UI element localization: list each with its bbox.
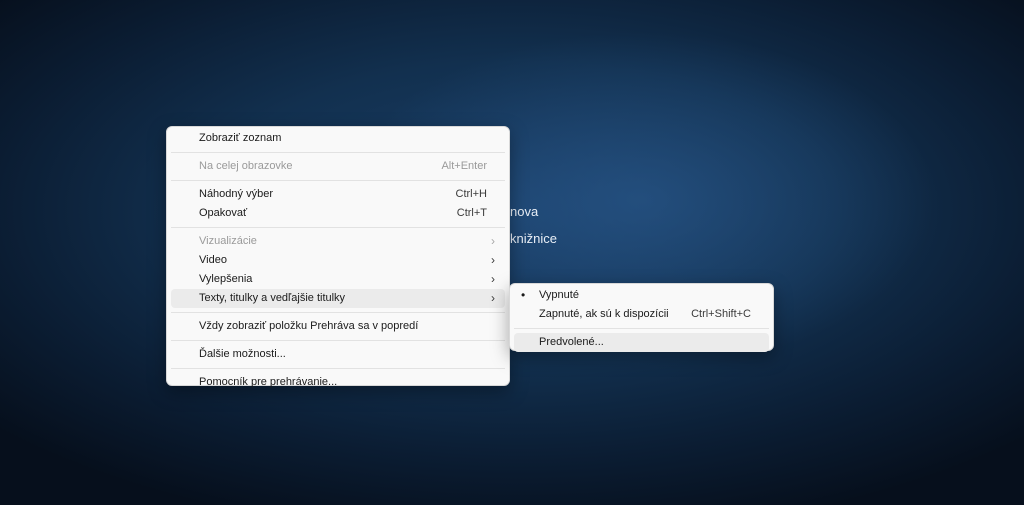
- menu-item-label: Predvolené...: [539, 336, 604, 348]
- menu-separator: [171, 152, 505, 153]
- background-text-nova: nova: [510, 204, 539, 219]
- menu-item-shortcut: Ctrl+T: [456, 207, 487, 219]
- menu-item-label: Vypnuté: [539, 289, 579, 301]
- menu-item-shortcut: Ctrl+Shift+C: [691, 308, 751, 320]
- menu-item-fullscreen: Na celej obrazovke Alt+Enter: [171, 157, 505, 176]
- menu-item-visualizations: Vizualizácie ›: [171, 232, 505, 251]
- menu-separator: [171, 340, 505, 341]
- menu-item-label: Zapnuté, ak sú k dispozícii: [539, 308, 669, 320]
- chevron-right-icon: ›: [491, 234, 495, 248]
- menu-separator: [171, 180, 505, 181]
- menu-item-shortcut: Alt+Enter: [441, 160, 487, 172]
- background-text-kniznice: knižnice: [510, 231, 557, 246]
- bullet-icon: •: [521, 288, 526, 302]
- menu-item-label: Video: [199, 254, 227, 266]
- submenu-item-defaults[interactable]: Predvolené...: [514, 333, 769, 352]
- menu-item-shuffle[interactable]: Náhodný výber Ctrl+H: [171, 185, 505, 204]
- menu-item-playback-help[interactable]: Pomocník pre prehrávanie...: [171, 373, 505, 392]
- menu-item-enhancements[interactable]: Vylepšenia ›: [171, 270, 505, 289]
- menu-item-label: Vizualizácie: [199, 235, 257, 247]
- menu-separator: [171, 368, 505, 369]
- menu-separator: [171, 227, 505, 228]
- menu-item-label: Opakovať: [199, 207, 248, 219]
- menu-item-label: Ďalšie možnosti...: [199, 348, 286, 360]
- menu-item-shortcut: Ctrl+H: [455, 188, 487, 200]
- menu-separator: [171, 312, 505, 313]
- menu-item-video[interactable]: Video ›: [171, 251, 505, 270]
- menu-item-repeat[interactable]: Opakovať Ctrl+T: [171, 204, 505, 223]
- chevron-right-icon: ›: [491, 272, 495, 286]
- menu-item-more-options[interactable]: Ďalšie možnosti...: [171, 345, 505, 364]
- menu-item-show-list[interactable]: Zobraziť zoznam: [171, 129, 505, 148]
- submenu-item-off[interactable]: • Vypnuté: [514, 286, 769, 305]
- chevron-right-icon: ›: [491, 253, 495, 267]
- chevron-right-icon: ›: [491, 291, 495, 305]
- menu-item-label: Náhodný výber: [199, 188, 273, 200]
- subtitles-submenu: • Vypnuté Zapnuté, ak sú k dispozícii Ct…: [509, 283, 774, 352]
- menu-item-label: Texty, titulky a vedľajšie titulky: [199, 292, 346, 304]
- submenu-item-on-if-available[interactable]: Zapnuté, ak sú k dispozícii Ctrl+Shift+C: [514, 305, 769, 324]
- menu-item-always-on-top[interactable]: Vždy zobraziť položku Prehráva sa v popr…: [171, 317, 505, 336]
- menu-item-label: Pomocník pre prehrávanie...: [199, 376, 338, 388]
- menu-item-label: Zobraziť zoznam: [199, 132, 282, 144]
- menu-item-label: Na celej obrazovke: [199, 160, 293, 172]
- menu-separator: [514, 328, 769, 329]
- menu-item-lyrics-subtitles[interactable]: Texty, titulky a vedľajšie titulky ›: [171, 289, 505, 308]
- menu-item-label: Vylepšenia: [199, 273, 253, 285]
- menu-item-label: Vždy zobraziť položku Prehráva sa v popr…: [199, 320, 419, 332]
- context-menu: Zobraziť zoznam Na celej obrazovke Alt+E…: [166, 126, 510, 388]
